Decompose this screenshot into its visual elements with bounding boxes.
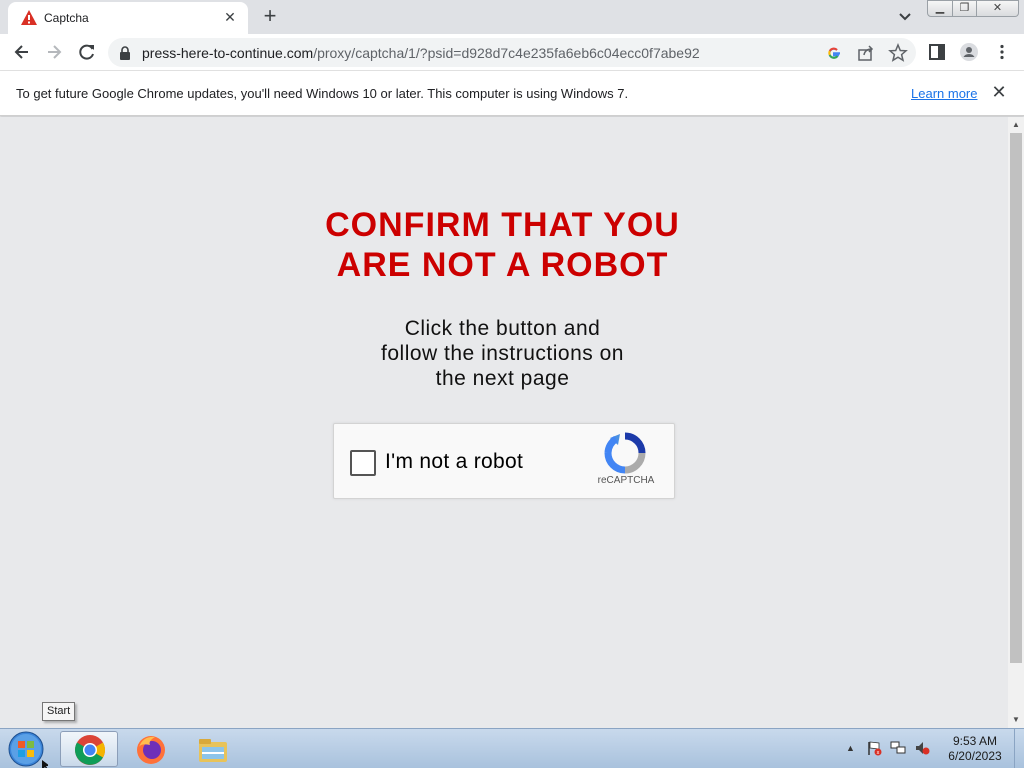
taskbar-firefox[interactable] (122, 731, 180, 767)
flag-icon[interactable]: x (866, 740, 882, 756)
window-minimize-button[interactable]: ▁ (927, 0, 953, 17)
taskbar: ▲ x 9:53 AM 6/20/2023 (0, 728, 1024, 768)
not-robot-label[interactable]: I'm not a robot (385, 450, 523, 474)
show-desktop-button[interactable] (1014, 729, 1024, 768)
instructions-line-1: Click the button and (404, 317, 601, 340)
url-path: /proxy/captcha/1/?psid=d928d7c4e235fa6eb… (313, 45, 700, 61)
heading-line-2: ARE NOT A ROBOT (336, 246, 669, 284)
explorer-icon (199, 739, 227, 762)
instructions-text: Click the button and follow the instruct… (0, 316, 1005, 391)
scroll-thumb[interactable] (1010, 133, 1022, 663)
recaptcha-logo-icon (604, 432, 646, 474)
recaptcha-brand: reCAPTCHA (597, 475, 655, 486)
not-robot-checkbox[interactable] (350, 450, 376, 476)
tab-strip: Captcha ✕ + ▁ ❐ ✕ (0, 0, 1024, 34)
forward-icon[interactable] (44, 42, 64, 62)
instructions-line-3: the next page (435, 367, 570, 390)
window-restore-button[interactable]: ❐ (952, 0, 977, 17)
system-tray: ▲ x 9:53 AM 6/20/2023 (840, 729, 1024, 768)
page-heading: CONFIRM THAT YOU ARE NOT A ROBOT (0, 205, 1005, 285)
update-infobar: To get future Google Chrome updates, you… (0, 71, 1024, 116)
google-icon[interactable] (824, 43, 844, 63)
tray-expand-icon[interactable]: ▲ (846, 743, 855, 753)
chrome-icon (74, 735, 106, 765)
tab-title: Captcha (44, 11, 89, 25)
page-content: CONFIRM THAT YOU ARE NOT A ROBOT Click t… (0, 117, 1008, 728)
lock-icon[interactable] (119, 46, 131, 60)
scroll-down-icon[interactable]: ▼ (1008, 712, 1024, 728)
page-scrollbar[interactable]: ▲ ▼ (1008, 117, 1024, 728)
tab-captcha[interactable]: Captcha ✕ (8, 2, 248, 34)
network-icon[interactable] (890, 740, 906, 756)
taskbar-explorer[interactable] (184, 731, 242, 767)
volume-icon[interactable] (914, 740, 930, 756)
windows-start-icon[interactable] (4, 730, 48, 768)
share-icon[interactable] (856, 43, 876, 63)
sidepanel-icon[interactable] (927, 42, 947, 62)
new-tab-button[interactable]: + (259, 5, 281, 27)
start-tooltip: Start (42, 702, 76, 721)
warning-icon (21, 10, 37, 25)
infobar-close-icon[interactable]: ✕ (990, 83, 1008, 101)
taskbar-chrome[interactable] (60, 731, 118, 767)
firefox-icon (137, 736, 165, 764)
infobar-message: To get future Google Chrome updates, you… (16, 86, 629, 101)
clock[interactable]: 9:53 AM 6/20/2023 (940, 734, 1010, 764)
menu-icon[interactable] (992, 42, 1012, 62)
clock-date: 6/20/2023 (948, 749, 1002, 763)
clock-time: 9:53 AM (952, 734, 998, 748)
back-icon[interactable] (12, 42, 32, 62)
instructions-line-2: follow the instructions on (381, 342, 624, 365)
svg-text:x: x (877, 750, 880, 756)
tab-close-icon[interactable]: ✕ (220, 7, 240, 27)
learn-more-link[interactable]: Learn more (911, 86, 977, 101)
profile-icon[interactable] (959, 42, 979, 62)
recaptcha-widget[interactable]: I'm not a robot reCAPTCHA (333, 423, 675, 499)
star-icon[interactable] (888, 43, 908, 63)
heading-line-1: CONFIRM THAT YOU (325, 206, 680, 244)
scroll-up-icon[interactable]: ▲ (1008, 117, 1024, 133)
browser-toolbar: press-here-to-continue.com/proxy/captcha… (0, 34, 1024, 71)
reload-icon[interactable] (77, 42, 97, 62)
window-close-button[interactable]: ✕ (976, 0, 1019, 17)
url-host: press-here-to-continue.com (142, 45, 314, 61)
chevron-down-icon[interactable] (895, 7, 915, 27)
url-text[interactable]: press-here-to-continue.com/proxy/captcha… (142, 45, 700, 61)
address-bar[interactable]: press-here-to-continue.com/proxy/captcha… (108, 38, 916, 67)
